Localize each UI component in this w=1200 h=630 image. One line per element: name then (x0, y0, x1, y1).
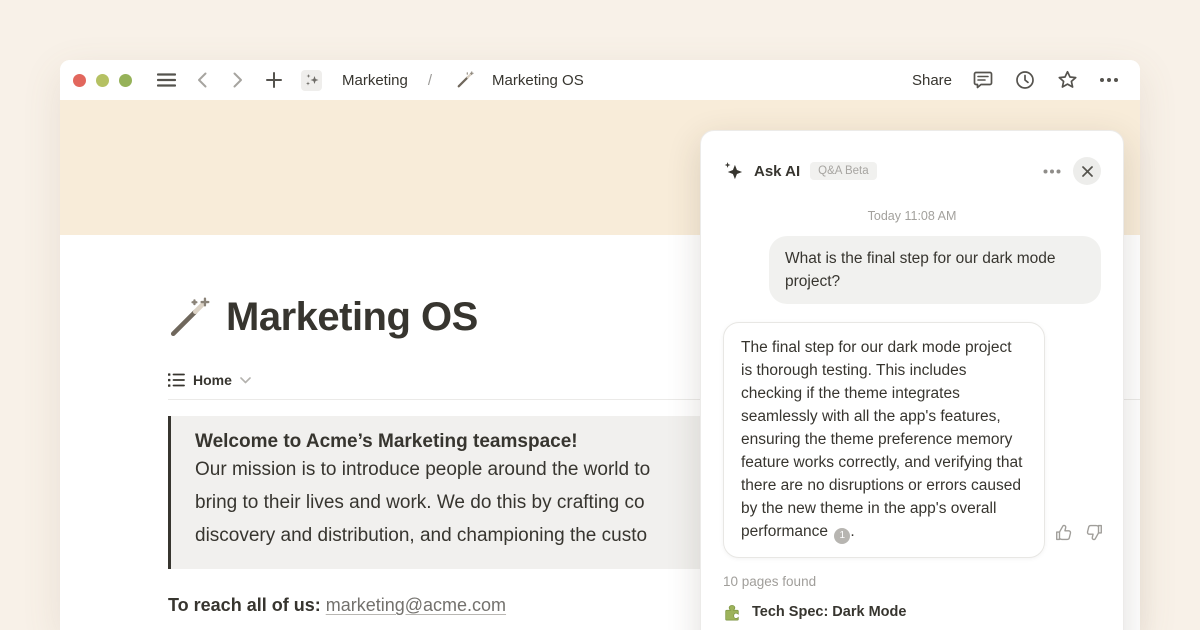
page-title: Marketing OS (226, 295, 478, 340)
favorite-star-icon[interactable] (1056, 69, 1078, 91)
back-icon[interactable] (191, 69, 213, 91)
contact-label: To reach all of us: (168, 595, 321, 615)
chat-timestamp: Today 11:08 AM (723, 209, 1101, 223)
breadcrumb-team[interactable]: Marketing (342, 72, 408, 89)
close-panel-button[interactable] (1073, 157, 1101, 185)
ai-sparkle-icon (723, 161, 744, 182)
toolbar: Marketing / Marketing OS Share (60, 60, 1140, 100)
user-message-bubble: What is the final step for our dark mode… (769, 236, 1101, 304)
contact-email-link[interactable]: marketing@acme.com (326, 595, 506, 615)
forward-icon[interactable] (227, 69, 249, 91)
menu-icon[interactable] (155, 69, 177, 91)
pages-found-label: 10 pages found (723, 574, 1101, 589)
ai-message-bubble: The final step for our dark mode project… (723, 322, 1045, 558)
more-options-icon[interactable] (1098, 69, 1120, 91)
new-page-icon[interactable] (263, 69, 285, 91)
ask-ai-panel: Ask AI Q&A Beta Today 11:08 AM What is t… (700, 130, 1124, 630)
breadcrumb-separator: / (428, 72, 432, 89)
thumbs-down-icon[interactable] (1084, 523, 1103, 542)
wand-icon (456, 71, 474, 89)
minimize-window-button[interactable] (96, 74, 109, 87)
share-button[interactable]: Share (912, 72, 952, 89)
page-icon-wand[interactable] (168, 297, 210, 339)
result-page-link[interactable]: Tech Spec: Dark Mode (723, 603, 1101, 621)
window-controls (73, 74, 132, 87)
ai-panel-title: Ask AI (754, 163, 800, 180)
list-view-icon (168, 373, 185, 387)
panel-more-options-icon[interactable] (1043, 169, 1061, 174)
ai-message-text: The final step for our dark mode project… (741, 339, 1022, 540)
breadcrumb-page[interactable]: Marketing OS (492, 72, 584, 89)
citation-badge[interactable]: 1 (834, 528, 850, 544)
zoom-window-button[interactable] (119, 74, 132, 87)
result-page-title: Tech Spec: Dark Mode (752, 604, 906, 620)
tab-home-label: Home (193, 372, 232, 388)
ai-message-suffix: . (850, 523, 854, 540)
history-clock-icon[interactable] (1014, 69, 1036, 91)
comments-icon[interactable] (972, 69, 994, 91)
chevron-down-icon (240, 377, 251, 384)
close-window-button[interactable] (73, 74, 86, 87)
thumbs-up-icon[interactable] (1055, 523, 1074, 542)
puzzle-icon (723, 603, 741, 621)
qa-beta-badge: Q&A Beta (810, 162, 877, 180)
teamspace-sparkles-icon[interactable] (301, 70, 322, 91)
